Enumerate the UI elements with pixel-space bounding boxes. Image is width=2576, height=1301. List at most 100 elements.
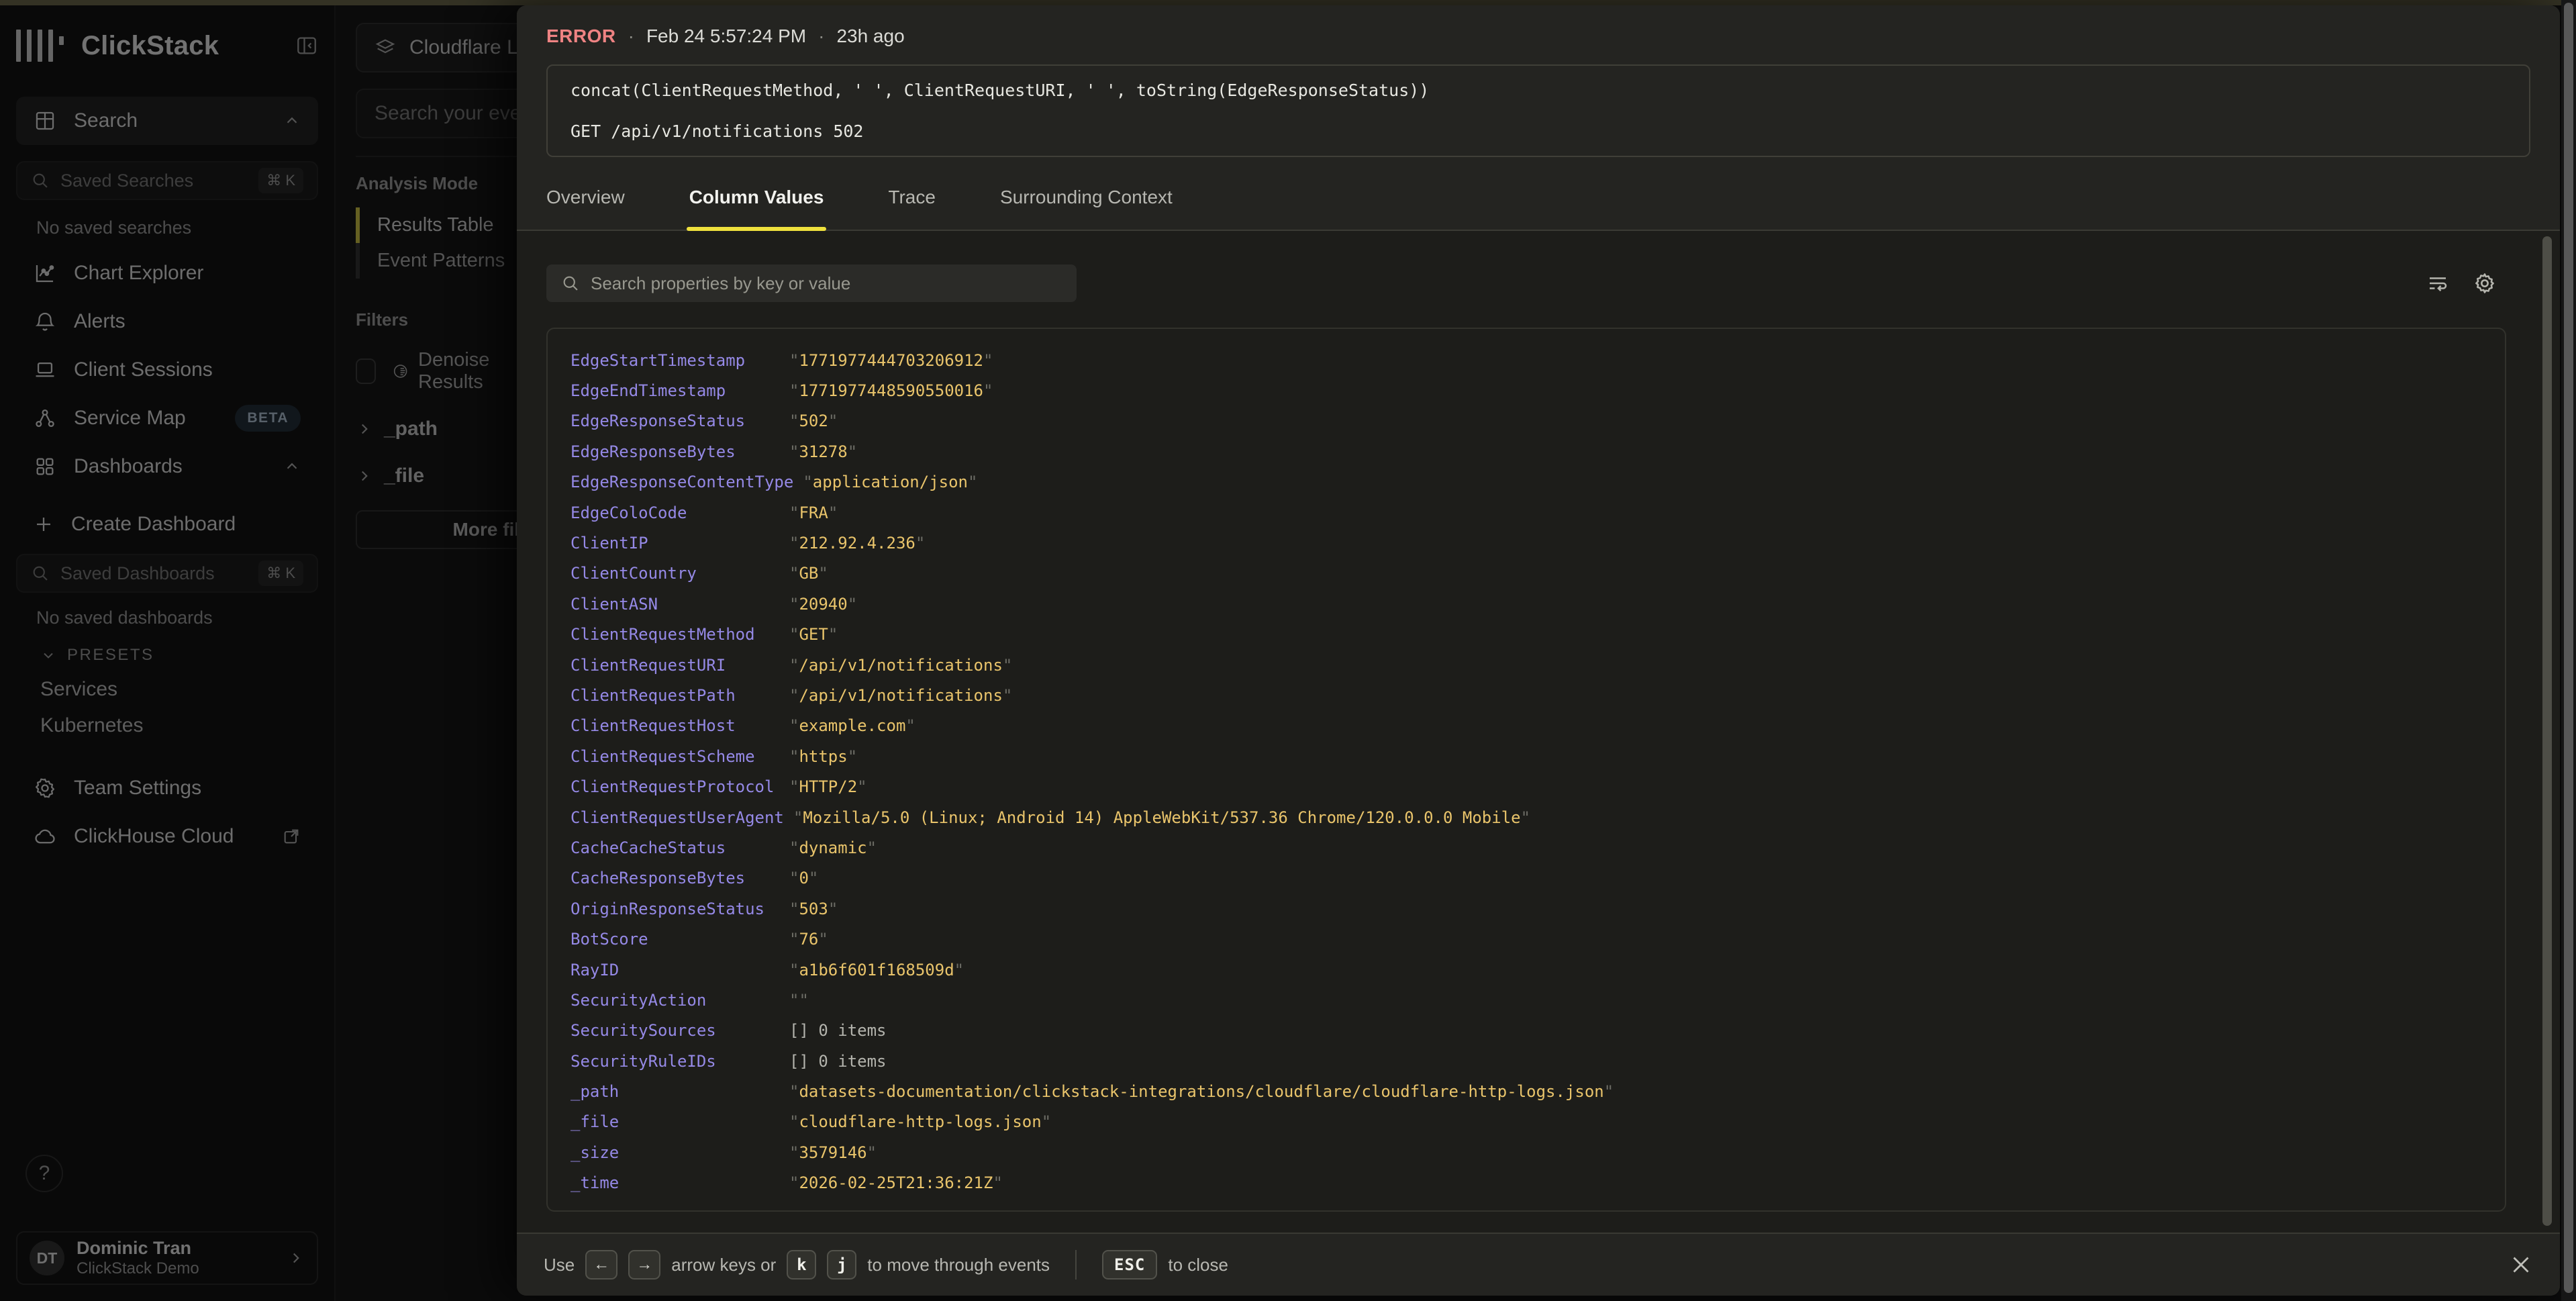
property-key: EdgeColoCode	[571, 503, 780, 522]
property-value: "https"	[789, 747, 857, 766]
property-value: "/api/v1/notifications"	[789, 656, 1012, 675]
property-key: EdgeResponseContentType	[571, 473, 793, 491]
properties-search-placeholder: Search properties by key or value	[591, 273, 850, 294]
property-row[interactable]: ClientRequestScheme "https"	[548, 741, 2505, 771]
property-row[interactable]: EdgeEndTimestamp "1771977448590550016"	[548, 375, 2505, 405]
property-row[interactable]: _size "3579146"	[548, 1137, 2505, 1167]
property-row[interactable]: ClientRequestUserAgent "Mozilla/5.0 (Lin…	[548, 802, 2505, 832]
property-value: "application/json"	[803, 473, 977, 491]
property-row[interactable]: ClientIP "212.92.4.236"	[548, 528, 2505, 558]
property-key: _file	[571, 1112, 780, 1131]
event-footer: Use ← → arrow keys or k j to move throug…	[517, 1233, 2560, 1296]
property-value: "20940"	[789, 595, 857, 614]
property-row[interactable]: RayID "a1b6f601f168509d"	[548, 955, 2505, 985]
panel-scrollbar[interactable]	[2542, 236, 2552, 1226]
event-result: GET /api/v1/notifications 502	[571, 122, 2506, 141]
tab-column-values[interactable]: Column Values	[689, 187, 824, 230]
property-value: "HTTP/2"	[789, 777, 867, 796]
property-key: ClientRequestScheme	[571, 747, 780, 766]
property-row[interactable]: EdgeResponseContentType "application/jso…	[548, 467, 2505, 497]
esc-keycap: ESC	[1102, 1250, 1157, 1280]
arrow-left-keycap: ←	[585, 1250, 617, 1280]
property-key: _time	[571, 1173, 780, 1192]
separator-dot: ·	[628, 26, 634, 47]
property-row[interactable]: _time "2026-02-25T21:36:21Z"	[548, 1168, 2505, 1198]
property-key: _path	[571, 1082, 780, 1101]
property-row[interactable]: SecuritySources [] 0 items	[548, 1016, 2505, 1046]
property-row[interactable]: CacheCacheStatus "dynamic"	[548, 832, 2505, 863]
property-value: "1771977448590550016"	[789, 381, 993, 400]
arrow-right-keycap: →	[628, 1250, 660, 1280]
property-value: "212.92.4.236"	[789, 534, 925, 552]
property-key: EdgeStartTimestamp	[571, 351, 780, 370]
window-scrollbar-thumb[interactable]	[2564, 3, 2573, 1293]
property-value: "example.com"	[789, 716, 915, 735]
property-row[interactable]: ClientRequestHost "example.com"	[548, 711, 2505, 741]
property-key: ClientRequestURI	[571, 656, 780, 675]
property-row[interactable]: SecurityRuleIDs [] 0 items	[548, 1046, 2505, 1076]
window-scrollbar[interactable]	[2561, 0, 2576, 1301]
property-key: EdgeResponseBytes	[571, 442, 780, 461]
property-value: "/api/v1/notifications"	[789, 686, 1012, 705]
property-key: SecurityAction	[571, 991, 780, 1010]
separator-dot: ·	[818, 26, 824, 47]
property-row[interactable]: _file "cloudflare-http-logs.json"	[548, 1107, 2505, 1137]
property-key: ClientRequestUserAgent	[571, 808, 784, 827]
property-key: ClientCountry	[571, 564, 780, 583]
event-relative-time: 23h ago	[836, 26, 904, 47]
close-panel-button[interactable]	[2509, 1253, 2533, 1277]
wrap-lines-icon[interactable]	[2426, 271, 2450, 295]
event-expression: concat(ClientRequestMethod, ' ', ClientR…	[571, 81, 2506, 100]
property-key: _size	[571, 1143, 780, 1162]
property-value: "GET"	[789, 625, 838, 644]
footer-close-text: to close	[1168, 1255, 1228, 1275]
event-tabs: Overview Column Values Trace Surrounding…	[546, 187, 2530, 230]
properties-search-input[interactable]: Search properties by key or value	[546, 264, 1077, 302]
property-row[interactable]: _path "datasets-documentation/clickstack…	[548, 1076, 2505, 1106]
event-timestamp: Feb 24 5:57:24 PM	[646, 26, 806, 47]
property-key: CacheResponseBytes	[571, 869, 780, 887]
footer-arrow-keys-text: arrow keys or	[671, 1255, 776, 1275]
property-value: "1771977444703206912"	[789, 351, 993, 370]
property-row[interactable]: OriginResponseStatus "503"	[548, 894, 2505, 924]
property-key: ClientRequestHost	[571, 716, 780, 735]
property-row[interactable]: ClientRequestMethod "GET"	[548, 620, 2505, 650]
property-row[interactable]: CacheResponseBytes "0"	[548, 863, 2505, 894]
property-value: "0"	[789, 869, 818, 887]
property-value: "503"	[789, 900, 838, 918]
event-header: ERROR · Feb 24 5:57:24 PM · 23h ago conc…	[517, 5, 2560, 231]
property-value: "datasets-documentation/clickstack-integ…	[789, 1082, 1614, 1101]
property-key: ClientASN	[571, 595, 780, 614]
tab-surrounding-context[interactable]: Surrounding Context	[1000, 187, 1173, 230]
panel-scrollbar-thumb[interactable]	[2542, 236, 2552, 1226]
tab-trace[interactable]: Trace	[888, 187, 936, 230]
property-value: "2026-02-25T21:36:21Z"	[789, 1173, 1003, 1192]
property-row[interactable]: EdgeStartTimestamp "1771977444703206912"	[548, 345, 2505, 375]
property-row[interactable]: ClientRequestPath "/api/v1/notifications…	[548, 680, 2505, 710]
property-key: ClientRequestPath	[571, 686, 780, 705]
footer-move-text: to move through events	[867, 1255, 1050, 1275]
property-row[interactable]: ClientCountry "GB"	[548, 559, 2505, 589]
search-icon	[561, 274, 580, 293]
properties-list: EdgeStartTimestamp "1771977444703206912"…	[548, 345, 2505, 1198]
property-row[interactable]: ClientASN "20940"	[548, 589, 2505, 619]
gear-icon[interactable]	[2473, 271, 2497, 295]
severity-badge: ERROR	[546, 26, 616, 47]
property-row[interactable]: ClientRequestProtocol "HTTP/2"	[548, 771, 2505, 802]
property-key: ClientRequestProtocol	[571, 777, 780, 796]
property-value: "502"	[789, 412, 838, 430]
property-row[interactable]: EdgeResponseStatus "502"	[548, 406, 2505, 436]
property-key: SecurityRuleIDs	[571, 1052, 780, 1071]
property-row[interactable]: EdgeColoCode "FRA"	[548, 497, 2505, 528]
property-value: "dynamic"	[789, 838, 877, 857]
property-key: BotScore	[571, 930, 780, 949]
property-row[interactable]: BotScore "76"	[548, 924, 2505, 954]
tab-overview[interactable]: Overview	[546, 187, 625, 230]
property-key: SecuritySources	[571, 1021, 780, 1040]
property-row[interactable]: SecurityAction ""	[548, 985, 2505, 1015]
property-row[interactable]: EdgeResponseBytes "31278"	[548, 436, 2505, 467]
property-value: "Mozilla/5.0 (Linux; Android 14) AppleWe…	[793, 808, 1530, 827]
property-row[interactable]: ClientRequestURI "/api/v1/notifications"	[548, 650, 2505, 680]
k-keycap: k	[787, 1250, 816, 1280]
property-value: [] 0 items	[789, 1052, 887, 1071]
